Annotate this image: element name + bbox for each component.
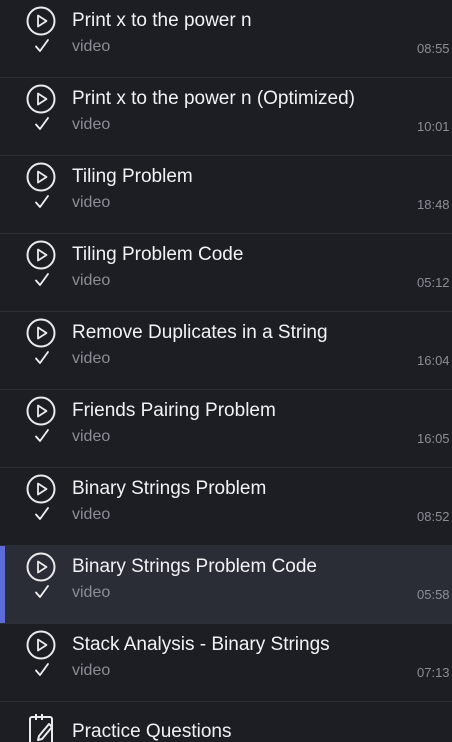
lesson-type: video [72, 662, 111, 679]
lesson-item[interactable]: Remove Duplicates in a String video 16:04 [0, 312, 452, 390]
lesson-type: video [72, 116, 111, 133]
lesson-item[interactable]: Tiling Problem video 18:48 [0, 156, 452, 234]
lesson-title: Stack Analysis - Binary Strings [72, 634, 330, 655]
lesson-type: video [72, 272, 111, 289]
checkmark-icon [35, 195, 49, 208]
lesson-title: Tiling Problem Code [72, 244, 244, 265]
lesson-item[interactable]: Binary Strings Problem video 08:52 [0, 468, 452, 546]
notepad-pencil-icon [29, 714, 53, 742]
lesson-item[interactable]: Stack Analysis - Binary Strings video 07:1… [0, 624, 452, 702]
practice-questions-item[interactable]: Practice Questions [0, 702, 452, 742]
lesson-title: Print x to the power n (Optimized) [72, 88, 355, 109]
lesson-type: video [72, 38, 111, 55]
play-circle-icon [26, 84, 56, 114]
checkmark-icon [35, 429, 49, 442]
lesson-title: Print x to the power n [72, 10, 252, 31]
lesson-type: video [72, 194, 111, 211]
checkmark-icon [35, 39, 49, 52]
checkmark-icon [35, 507, 49, 520]
lesson-duration: 05:12 [417, 275, 450, 290]
lesson-item[interactable]: Tiling Problem Code video 05:12 [0, 234, 452, 312]
lesson-title: Friends Pairing Problem [72, 400, 276, 421]
lesson-duration: 07:13 [417, 665, 450, 680]
lesson-duration: 18:48 [417, 197, 450, 212]
play-circle-icon [26, 6, 56, 36]
lesson-title: Tiling Problem [72, 166, 193, 187]
lesson-duration: 16:05 [417, 431, 450, 446]
lesson-title: Remove Duplicates in a String [72, 322, 328, 343]
lesson-item[interactable]: Binary Strings Problem Code video 05:58 [0, 546, 452, 624]
lesson-type: video [72, 428, 111, 445]
checkmark-icon [35, 117, 49, 130]
lesson-title: Binary Strings Problem Code [72, 556, 317, 577]
practice-questions-title: Practice Questions [72, 721, 232, 742]
lesson-duration: 10:01 [417, 119, 450, 134]
checkmark-icon [35, 585, 49, 598]
lesson-type: video [72, 506, 111, 523]
lesson-duration: 08:55 [417, 41, 450, 56]
play-circle-icon [26, 318, 56, 348]
play-circle-icon [26, 630, 56, 660]
checkmark-icon [35, 273, 49, 286]
play-circle-icon [26, 162, 56, 192]
play-circle-icon [26, 552, 56, 582]
play-circle-icon [26, 396, 56, 426]
lesson-type: video [72, 584, 111, 601]
lesson-duration: 08:52 [417, 509, 450, 524]
lesson-duration: 05:58 [417, 587, 450, 602]
lesson-title: Binary Strings Problem [72, 478, 267, 499]
lesson-item[interactable]: Friends Pairing Problem video 16:05 [0, 390, 452, 468]
play-circle-icon [26, 474, 56, 504]
lesson-list: Print x to the power n video 08:55 Print x … [0, 0, 452, 742]
checkmark-icon [35, 663, 49, 676]
checkmark-icon [35, 351, 49, 364]
lesson-item[interactable]: Print x to the power n (Optimized) video 1… [0, 78, 452, 156]
lesson-item[interactable]: Print x to the power n video 08:55 [0, 0, 452, 78]
play-circle-icon [26, 240, 56, 270]
lesson-duration: 16:04 [417, 353, 450, 368]
lesson-type: video [72, 350, 111, 367]
